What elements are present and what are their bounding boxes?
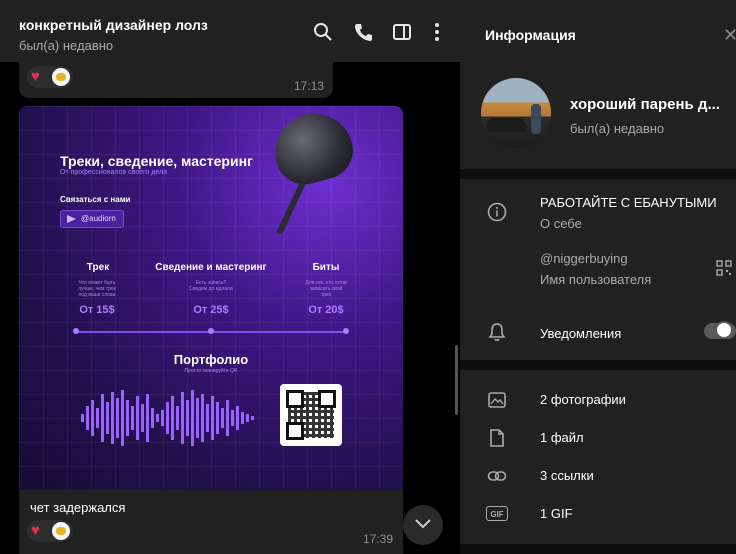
message-time: 17:13 [294,79,325,93]
service-price: От 15$ [79,304,115,316]
section-divider [460,169,736,179]
heart-reaction-icon[interactable]: ♥ [31,522,40,540]
service-desc: Есть запись? Сведем до идеала [189,280,233,292]
person-shape [531,104,541,134]
portfolio-title: Портфолио [173,352,249,367]
chat-scrollbar[interactable] [455,345,458,415]
phone-icon[interactable] [353,22,373,42]
reactions[interactable]: ♥ [27,66,73,88]
username-label: Имя пользователя [540,272,652,287]
post-subtitle: От профессионалов своего дела [60,169,167,176]
service-desc: Для тех, кто готов записать свой трек [305,280,347,298]
info-title: Информация [485,27,576,43]
message-text: чет задержался [30,500,126,515]
media-links[interactable]: 3 ссылки [540,468,594,483]
username-text[interactable]: @niggerbuying [540,251,628,266]
chat-status: был(а) недавно [19,38,114,53]
telegram-icon [67,215,76,223]
chevron-down-icon [415,519,431,529]
photo-icon [488,392,506,408]
info-icon [487,202,507,222]
price-line-dot [73,328,79,334]
profile-avatar[interactable] [481,78,551,148]
sidebar-toggle-icon[interactable] [392,22,412,42]
bell-icon [488,323,506,341]
bio-label: О себе [540,216,582,231]
toggle-knob[interactable] [715,321,733,339]
qr-code-icon[interactable] [716,260,732,276]
qr-finder [318,390,336,408]
media-gifs[interactable]: 1 GIF [540,506,573,521]
post-contact-label: Связаться с нами [60,195,131,204]
qr-code [280,384,342,446]
post-telegram-handle: @audiorn [81,214,116,223]
link-icon [487,471,507,481]
message-bubble[interactable]: чет задержался ♥ 17:39 [19,490,403,554]
service-desc: Что может быть лучше, чем трек под ваши … [78,280,116,298]
service-name: Сведение и мастеринг [155,262,267,273]
service-name: Биты [312,262,340,273]
chat-title[interactable]: конкретный дизайнер лолз [19,17,208,33]
scroll-down-button[interactable] [403,505,443,545]
qr-finder [286,422,304,440]
service-name: Трек [86,262,110,273]
media-files[interactable]: 1 файл [540,430,584,445]
gif-icon: GIF [486,506,508,521]
search-icon[interactable] [313,22,333,42]
section-divider [460,544,736,554]
file-icon [490,429,504,447]
close-icon[interactable]: ✕ [723,26,736,44]
reaction-avatar [52,68,70,86]
media-photos[interactable]: 2 фотографии [540,392,626,407]
profile-name: хороший парень д... [570,96,720,113]
qr-finder [286,390,304,408]
profile-status: был(а) недавно [570,121,665,136]
info-panel: Информация ✕ хороший парень д... был(а) … [460,0,736,554]
heart-reaction-icon[interactable]: ♥ [31,68,40,86]
notifications-label: Уведомления [540,326,622,341]
chat-header[interactable]: конкретный дизайнер лолз был(а) недавно [0,0,460,62]
section-divider [460,360,736,370]
post-image[interactable]: Треки, сведение, мастеринг От профессион… [19,106,403,490]
post-telegram-badge: @audiorn [60,210,124,228]
price-line-dot [343,328,349,334]
price-line-dot [208,328,214,334]
waveform [81,390,254,446]
reactions[interactable]: ♥ [27,520,73,542]
portfolio-subtitle: Просто сканируйте QR [184,368,238,374]
service-price: От 25$ [193,304,229,316]
message-bubble[interactable]: ♥ 17:13 [19,60,333,98]
bio-text[interactable]: РАБОТАЙТЕ С ЕБАНУТЫМИ [540,195,717,210]
chat-panel: конкретный дизайнер лолз был(а) недавно … [0,0,460,554]
car-shape [487,118,527,132]
message-time: 17:39 [363,532,394,546]
more-icon[interactable] [427,22,447,42]
post-title: Треки, сведение, мастеринг [60,153,253,169]
reaction-avatar [52,522,70,540]
service-price: От 20$ [308,304,344,316]
